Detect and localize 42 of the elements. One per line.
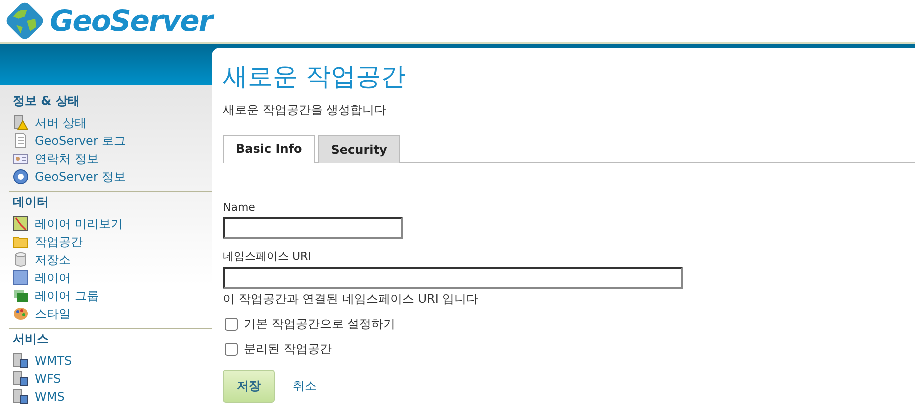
sidebar-link[interactable]: 레이어 미리보기 — [13, 215, 212, 233]
save-button[interactable]: 저장 — [223, 370, 275, 403]
document-icon — [13, 133, 29, 149]
tab[interactable]: Basic Info — [223, 135, 316, 163]
sidebar-link[interactable]: 저장소 — [13, 251, 212, 269]
checkbox-label: 기본 작업공간으로 설정하기 — [244, 316, 396, 333]
section-heading: 서비스 — [13, 331, 50, 348]
cancel-link[interactable]: 취소 — [293, 378, 317, 395]
checkbox-label: 분리된 작업공간 — [244, 341, 332, 358]
layers-icon — [13, 288, 29, 304]
palette-icon — [13, 306, 29, 322]
sidebar-link[interactable]: 서버 상태 — [13, 114, 212, 132]
tab[interactable]: Security — [318, 135, 400, 163]
page-description: 새로운 작업공간을 생성합니다 — [223, 102, 388, 119]
square-icon — [13, 270, 29, 286]
name-input[interactable] — [223, 217, 403, 239]
checkbox[interactable] — [225, 318, 238, 331]
field-hint: 이 작업공간과 연결된 네임스페이스 URI 입니다 — [223, 291, 479, 308]
sidebar-link[interactable]: WMS — [13, 388, 212, 406]
field-label: Name — [223, 201, 256, 214]
sidebar-link[interactable]: 스타일 — [13, 305, 212, 323]
sidebar-link[interactable]: 작업공간 — [13, 233, 212, 251]
server-icon — [13, 353, 29, 369]
server-icon — [13, 371, 29, 387]
page-title: 새로운 작업공간 — [223, 61, 407, 93]
sidebar-link[interactable]: 레이어 — [13, 269, 212, 287]
logo-text[interactable]: GeoServer — [50, 4, 212, 38]
sidebar-link[interactable]: WFS — [13, 370, 212, 388]
sidebar-link[interactable]: 레이어 그룹 — [13, 287, 212, 305]
sidebar-link[interactable]: GeoServer 로그 — [13, 132, 212, 150]
sidebar-link[interactable]: WMTS — [13, 352, 212, 370]
sidebar-link[interactable]: GeoServer 정보 — [13, 168, 212, 186]
section-heading: 데이터 — [13, 194, 50, 211]
server-warning-icon — [13, 115, 29, 131]
map-icon — [13, 216, 29, 232]
server-icon — [13, 389, 29, 405]
uri-input[interactable] — [223, 267, 683, 289]
checkbox[interactable] — [225, 343, 238, 356]
field-label: 네임스페이스 URI — [223, 249, 312, 264]
database-icon — [13, 252, 29, 268]
section-heading: 정보 & 상태 — [13, 93, 81, 110]
sidebar-link[interactable]: 연락처 정보 — [13, 150, 212, 168]
